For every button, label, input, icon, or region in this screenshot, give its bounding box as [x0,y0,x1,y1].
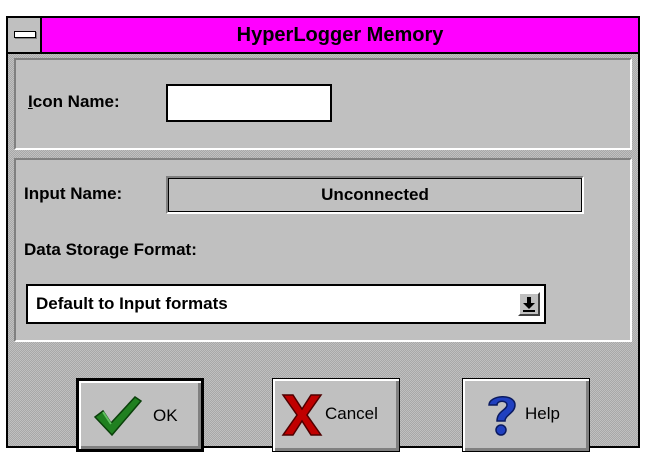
icon-name-label: Icon Name: [28,92,120,112]
title-bar[interactable]: HyperLogger Memory [8,18,638,54]
dropdown-arrow-icon [523,297,535,312]
storage-format-value: Default to Input formats [36,294,228,313]
system-menu-icon[interactable] [8,18,42,52]
input-name-label: Input Name: [24,184,123,203]
icon-name-label-text: con Name: [32,92,120,111]
storage-format-label: Data Storage Format: [24,240,197,259]
question-mark-icon [488,396,516,436]
icon-name-field[interactable] [166,84,332,122]
window-title: HyperLogger Memory [236,24,444,46]
cancel-label: Cancel [325,404,378,423]
ok-button[interactable]: OK [76,378,204,452]
help-label: Help [525,404,560,423]
checkmark-icon [93,396,143,437]
system-menu-bar [14,31,36,38]
help-button[interactable]: Help [462,378,590,452]
x-cross-icon [281,394,323,436]
storage-format-select[interactable]: Default to Input formats [26,284,546,324]
dialog-body: Icon Name: Input Name: Unconnected Data … [8,54,638,452]
input-config-panel: Input Name: Unconnected Data Storage For… [14,158,632,342]
cancel-button[interactable]: Cancel [272,378,400,452]
ok-label: OK [153,406,178,425]
dialog-window: HyperLogger Memory Icon Name: Input Name… [6,16,640,452]
input-name-status: Unconnected [166,176,584,214]
dropdown-button[interactable] [518,292,540,316]
icon-name-panel: Icon Name: [14,58,632,150]
